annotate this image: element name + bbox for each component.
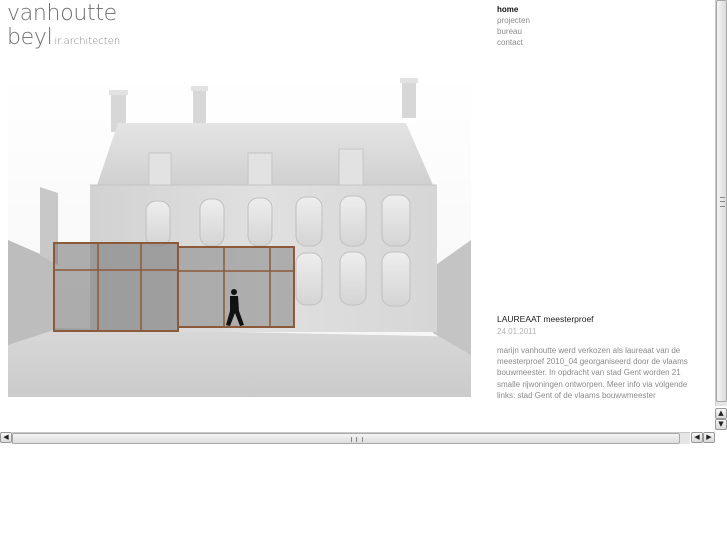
logo-line-2: beyl ir.architecten — [7, 26, 120, 54]
grip-icon — [351, 437, 363, 442]
building-render-image — [8, 75, 471, 397]
news-item: LAUREAAT meesterproef 24.01.2011 marijn … — [497, 314, 697, 401]
news-date: 24.01.2011 — [497, 327, 537, 336]
scroll-right-button[interactable]: ▶ — [703, 432, 715, 443]
scroll-up-button[interactable]: ▲ — [715, 408, 727, 419]
horizontal-scroll-thumb[interactable] — [12, 433, 680, 444]
nav-item-projecten[interactable]: projecten — [497, 15, 530, 26]
scroll-left-button[interactable]: ◀ — [0, 432, 12, 443]
vertical-scroll-thumb[interactable] — [716, 0, 727, 402]
news-title[interactable]: LAUREAAT meesterproef — [497, 314, 697, 325]
logo-line-1: vanhoutte — [7, 1, 117, 26]
scroll-left-button-end[interactable]: ◀ — [691, 432, 703, 443]
news-body: marijn vanhoutte werd verkozen als laure… — [497, 346, 688, 400]
site-logo[interactable]: vanhoutte beyl ir.architecten — [7, 1, 120, 50]
logo-subtitle: ir.architecten — [54, 36, 121, 47]
scroll-down-button[interactable]: ▼ — [715, 419, 727, 430]
main-nav: home projecten bureau contact — [497, 4, 530, 48]
grip-icon — [720, 197, 725, 207]
nav-item-home[interactable]: home — [497, 4, 530, 15]
logo-name: beyl — [7, 25, 53, 50]
hero-rendering[interactable] — [8, 75, 471, 397]
nav-item-bureau[interactable]: bureau — [497, 26, 530, 37]
vertical-scrollbar[interactable]: ▲ ▼ — [715, 0, 727, 430]
horizontal-scrollbar[interactable]: ◀ ◀ ▶ — [0, 432, 715, 444]
nav-item-contact[interactable]: contact — [497, 37, 530, 48]
